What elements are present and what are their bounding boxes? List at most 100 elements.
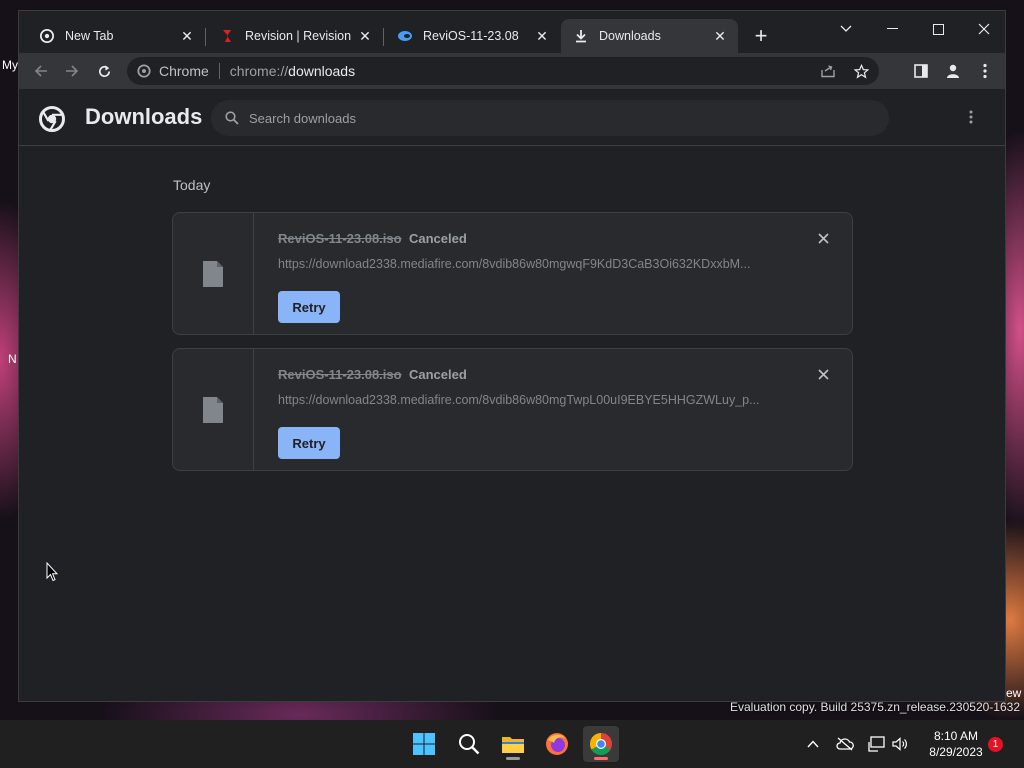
start-button[interactable]: [406, 726, 442, 762]
retry-button[interactable]: Retry: [278, 427, 340, 459]
side-panel-button[interactable]: [907, 57, 935, 85]
chrome-window: New Tab ✕ Revision | Revision ✕ ReviOS-1…: [18, 10, 1006, 702]
running-indicator: [594, 757, 608, 760]
clock-date: 8/29/2023: [929, 745, 983, 759]
mouse-cursor-icon: [46, 561, 59, 587]
download-status: Canceled: [409, 367, 467, 382]
close-icon: [818, 233, 829, 244]
firefox-icon: [546, 733, 568, 755]
revision-logo-icon: [219, 28, 235, 44]
search-downloads-bar[interactable]: [211, 100, 889, 136]
close-tab-icon[interactable]: ✕: [179, 28, 195, 45]
chevron-down-icon: [840, 25, 852, 32]
running-indicator: [506, 757, 520, 760]
close-icon: [818, 369, 829, 380]
download-filename[interactable]: ReviOS-11-23.08.iso: [278, 231, 402, 246]
url-path: downloads: [288, 63, 356, 79]
address-bar[interactable]: Chrome chrome://downloads: [127, 57, 879, 85]
file-icon: [203, 260, 223, 287]
desktop-icon-label: ew: [1006, 686, 1022, 700]
desktop-icon-label: N: [8, 352, 17, 366]
maximize-button[interactable]: [915, 15, 961, 43]
chrome-icon: [590, 733, 612, 755]
search-input[interactable]: [249, 110, 849, 126]
close-icon: [978, 23, 990, 35]
profile-button[interactable]: [939, 57, 967, 85]
cloud-off-icon: [836, 737, 854, 751]
tab-divider: [383, 28, 384, 46]
chrome-icon: [137, 64, 151, 78]
notification-badge[interactable]: 1: [988, 737, 1003, 752]
onedrive-button[interactable]: [835, 734, 855, 754]
remove-from-list-button[interactable]: [818, 231, 834, 247]
browser-menu-button[interactable]: [971, 57, 999, 85]
clock-time: 8:10 AM: [933, 729, 979, 743]
page-title: Downloads: [85, 104, 203, 129]
more-vertical-icon: [983, 63, 987, 79]
evaluation-watermark: Evaluation copy. Build 25375.zn_release.…: [730, 700, 1020, 714]
tab-downloads[interactable]: Downloads ✕: [561, 19, 738, 53]
site-chip-label: Chrome: [159, 63, 209, 79]
revios-logo-icon: [397, 28, 413, 44]
maximize-icon: [932, 23, 944, 35]
retry-button[interactable]: Retry: [278, 291, 340, 323]
close-window-button[interactable]: [961, 15, 1007, 43]
remove-from-list-button[interactable]: [818, 367, 834, 383]
tab-title: ReviOS-11-23.08: [423, 29, 519, 43]
network-icon: [868, 736, 885, 752]
tab-title: Downloads: [599, 29, 661, 43]
firefox-button[interactable]: [539, 726, 575, 762]
back-button[interactable]: [27, 57, 55, 85]
network-button[interactable]: [867, 734, 887, 754]
download-icon: [573, 28, 589, 44]
tab-divider: [205, 28, 206, 46]
share-icon[interactable]: [820, 64, 836, 78]
reload-button[interactable]: [90, 57, 118, 85]
tab-search-button[interactable]: [823, 15, 869, 43]
file-explorer-icon: [502, 737, 524, 753]
download-item: ReviOS-11-23.08.iso Canceled https://dow…: [172, 348, 853, 471]
new-tab-button[interactable]: +: [751, 25, 771, 47]
close-tab-icon[interactable]: ✕: [357, 28, 373, 45]
file-icon: [203, 396, 223, 423]
taskbar-search-button[interactable]: [451, 726, 487, 762]
tab-title: New Tab: [65, 29, 114, 43]
bookmark-star-icon[interactable]: [854, 63, 869, 79]
omnibox-divider: [218, 63, 220, 79]
download-url[interactable]: https://download2338.mediafire.com/8vdib…: [278, 257, 778, 271]
arrow-right-icon: [66, 65, 79, 77]
chrome-taskbar-button[interactable]: [583, 726, 619, 762]
tab-strip: New Tab ✕ Revision | Revision ✕ ReviOS-1…: [19, 11, 1005, 53]
tab-new-tab[interactable]: New Tab ✕: [27, 19, 205, 53]
download-item: ReviOS-11-23.08.iso Canceled https://dow…: [172, 212, 853, 335]
close-tab-icon[interactable]: ✕: [712, 28, 728, 45]
tab-title: Revision | Revision: [245, 29, 352, 43]
taskbar-clock[interactable]: 8:10 AM 8/29/2023: [920, 728, 992, 760]
forward-button[interactable]: [58, 57, 86, 85]
speaker-icon: [892, 737, 907, 751]
file-explorer-button[interactable]: [495, 726, 531, 762]
download-status: Canceled: [409, 231, 467, 246]
file-icon-column: [173, 213, 254, 334]
download-url[interactable]: https://download2338.mediafire.com/8vdib…: [278, 393, 778, 407]
desktop-icon-label: My: [2, 58, 18, 72]
site-info-chip[interactable]: Chrome: [127, 63, 209, 79]
close-tab-icon[interactable]: ✕: [534, 28, 550, 45]
chrome-icon: [39, 28, 55, 44]
reload-icon: [98, 64, 110, 77]
volume-button[interactable]: [890, 734, 910, 754]
tab-revios[interactable]: ReviOS-11-23.08 ✕: [385, 19, 560, 53]
tab-revision[interactable]: Revision | Revision ✕: [207, 19, 383, 53]
chrome-logo-icon: [39, 106, 65, 137]
downloads-header: Downloads: [19, 90, 1005, 146]
date-section-label: Today: [173, 177, 211, 193]
url-scheme: chrome://: [229, 63, 289, 79]
more-actions-button[interactable]: [969, 110, 977, 126]
download-filename[interactable]: ReviOS-11-23.08.iso: [278, 367, 402, 382]
search-icon: [225, 111, 239, 125]
side-panel-icon: [914, 64, 928, 78]
minimize-button[interactable]: [869, 15, 915, 43]
taskbar: 8:10 AM 8/29/2023 1: [0, 720, 1024, 768]
show-hidden-icons-button[interactable]: [803, 734, 823, 754]
file-icon-column: [173, 349, 254, 470]
